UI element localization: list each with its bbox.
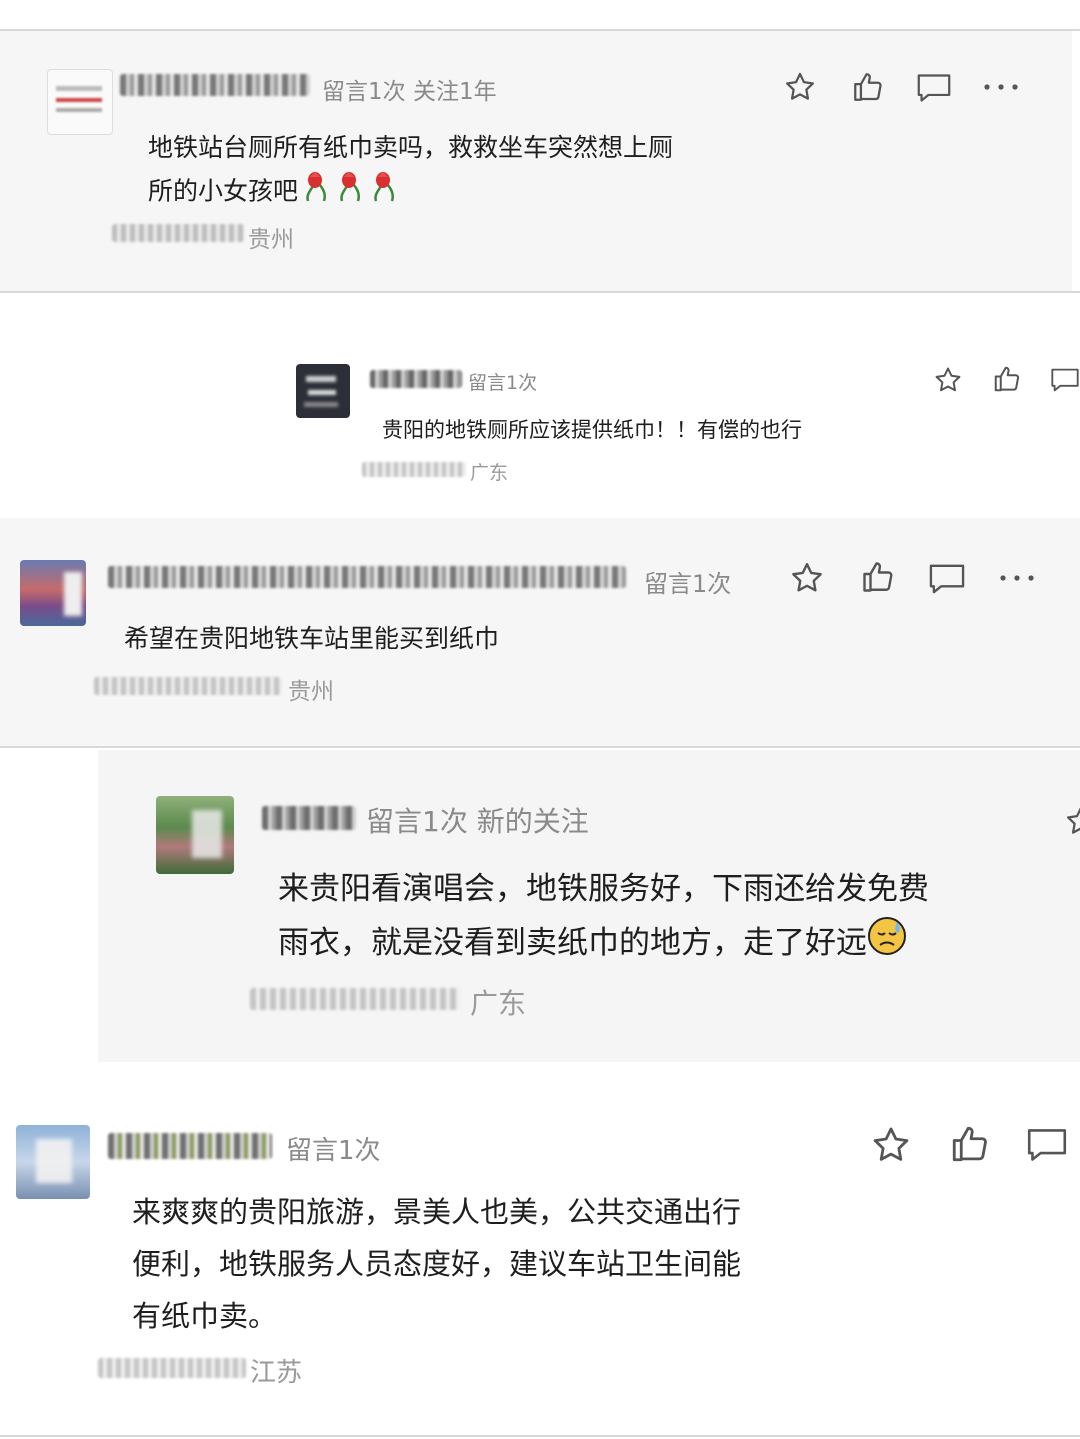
divider	[0, 1435, 1080, 1437]
more-icon[interactable]	[997, 571, 1037, 585]
comment-text: 地铁站台厕所有纸巾卖吗，救救坐车突然想上厕 所的小女孩吧	[148, 126, 673, 216]
ip-blurred	[362, 462, 466, 477]
thumbs-up-icon[interactable]	[992, 364, 1022, 394]
avatar[interactable]	[47, 69, 113, 135]
star-icon[interactable]	[933, 365, 963, 395]
star-icon[interactable]	[783, 70, 817, 104]
divider	[0, 29, 1080, 31]
location-label: 贵州	[288, 679, 334, 705]
commenter-meta: 留言1次	[468, 372, 538, 394]
more-icon[interactable]	[982, 80, 1020, 94]
thumbs-up-icon[interactable]	[860, 559, 896, 595]
comment-icon[interactable]	[1026, 1126, 1068, 1164]
username-blurred[interactable]	[108, 566, 626, 588]
location-label: 江苏	[250, 1358, 303, 1388]
commenter-meta: 留言1次	[286, 1136, 381, 1166]
sweat-face-icon	[867, 916, 907, 973]
ip-blurred	[250, 988, 460, 1010]
star-icon[interactable]	[870, 1124, 912, 1166]
commenter-meta: 留言1次	[644, 570, 732, 598]
star-icon[interactable]	[1064, 804, 1080, 838]
comment-text: 贵阳的地铁厕所应该提供纸巾！！有偿的也行	[382, 418, 802, 442]
location-label: 贵州	[248, 227, 294, 253]
commenter-meta: 留言1次 关注1年	[322, 79, 497, 105]
location-label: 广东	[470, 987, 527, 1020]
comment-text: 来爽爽的贵阳旅游，景美人也美，公共交通出行 便利，地铁服务人员态度好，建议车站卫…	[132, 1195, 742, 1333]
comment-icon[interactable]	[916, 72, 952, 104]
username-blurred[interactable]	[108, 1133, 272, 1159]
ip-blurred	[98, 1358, 246, 1378]
rose-icon	[332, 169, 366, 216]
username-blurred[interactable]	[370, 370, 462, 388]
rose-icon	[366, 169, 400, 216]
comment-icon[interactable]	[1050, 367, 1080, 393]
divider	[0, 746, 1080, 748]
avatar[interactable]	[16, 1125, 90, 1199]
avatar[interactable]	[296, 364, 350, 418]
divider	[0, 291, 1080, 293]
avatar[interactable]	[20, 560, 86, 626]
avatar[interactable]	[156, 796, 234, 874]
star-icon[interactable]	[789, 560, 825, 596]
commenter-meta: 留言1次 新的关注	[366, 805, 589, 838]
comment-text: 来贵阳看演唱会，地铁服务好，下雨还给发免费 雨衣，就是没看到卖纸巾的地方，走了好…	[278, 862, 929, 973]
rose-icon	[298, 169, 332, 216]
location-label: 广东	[470, 462, 509, 484]
comment-icon[interactable]	[928, 562, 966, 596]
username-blurred[interactable]	[262, 806, 356, 830]
ip-blurred	[94, 677, 282, 695]
thumbs-up-icon[interactable]	[851, 70, 885, 104]
ip-blurred	[112, 224, 244, 242]
username-blurred[interactable]	[120, 74, 310, 96]
comment-text: 希望在贵阳地铁车站里能买到纸巾	[124, 624, 500, 653]
thumbs-up-icon[interactable]	[949, 1123, 991, 1165]
